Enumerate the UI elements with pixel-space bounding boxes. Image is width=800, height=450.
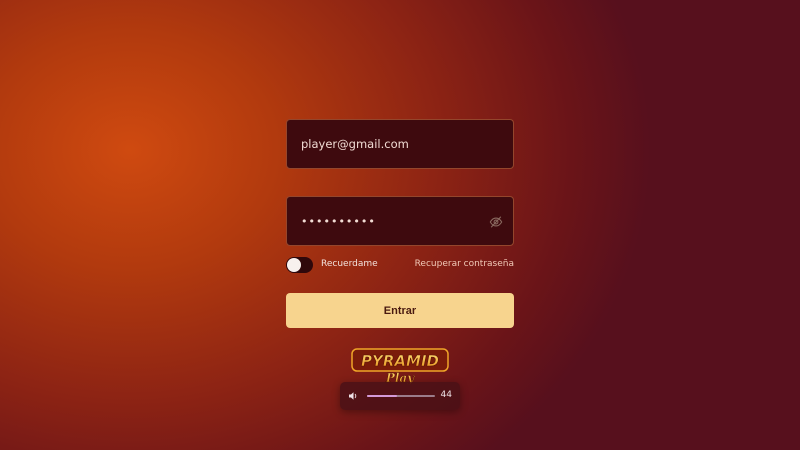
- remember-toggle[interactable]: [286, 257, 313, 273]
- pyramid-play-logo: PYRAMID Play: [351, 348, 449, 385]
- submit-button[interactable]: Entrar: [286, 293, 514, 328]
- svg-text:PYRAMID: PYRAMID: [361, 352, 439, 370]
- options-row: Recuerdame Recuperar contraseña: [286, 256, 514, 276]
- toggle-knob: [287, 258, 301, 272]
- volume-fill: [367, 395, 397, 397]
- login-screen: player@gmail.com •••••••••• Recuerdame R…: [0, 0, 800, 450]
- recover-password-link[interactable]: Recuperar contraseña: [415, 259, 514, 269]
- eye-off-icon[interactable]: [489, 215, 503, 229]
- volume-slider[interactable]: [367, 395, 435, 397]
- password-field[interactable]: ••••••••••: [286, 196, 514, 246]
- email-value: player@gmail.com: [301, 137, 409, 151]
- remember-label: Recuerdame: [321, 259, 378, 269]
- volume-value: 44: [440, 390, 452, 400]
- password-value: ••••••••••: [301, 214, 376, 228]
- email-field[interactable]: player@gmail.com: [286, 119, 514, 169]
- speaker-icon[interactable]: [348, 391, 358, 401]
- volume-control[interactable]: 44: [340, 382, 460, 410]
